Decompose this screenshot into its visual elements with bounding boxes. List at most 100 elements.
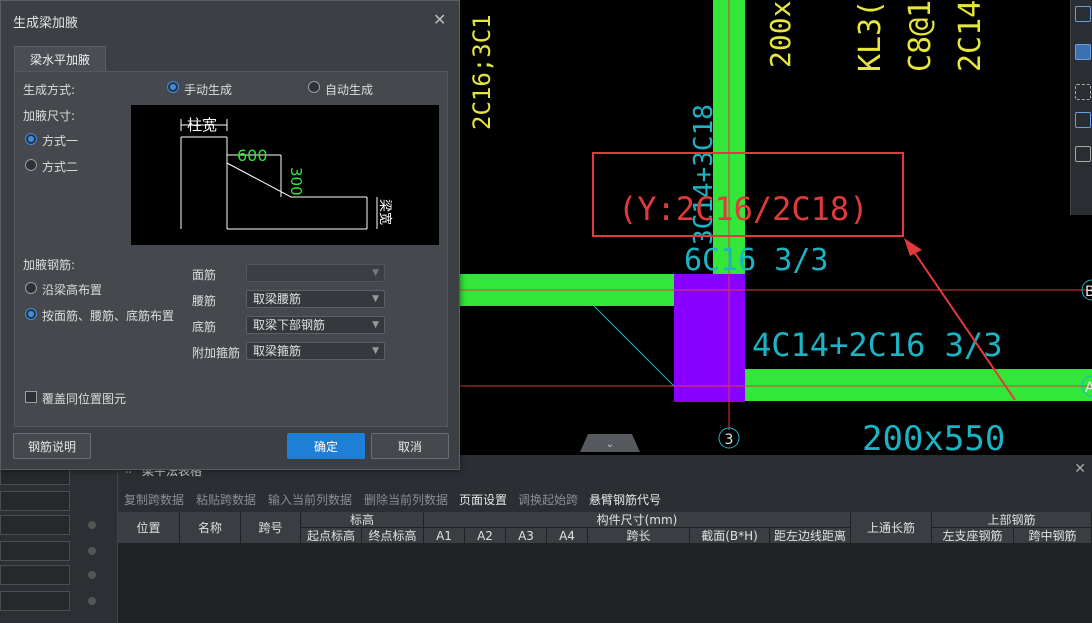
- header-mid-span[interactable]: 跨中钢筋: [1014, 528, 1092, 544]
- bottom-rebar-label: 底筋: [192, 320, 217, 334]
- along-height-label[interactable]: 沿梁高布置: [42, 281, 102, 298]
- header-a2[interactable]: A2: [465, 528, 506, 544]
- tree-row[interactable]: [0, 541, 70, 561]
- rebar-label: 加腋钢筋:: [23, 258, 76, 272]
- header-elev[interactable]: 标高: [301, 512, 424, 528]
- header-a4[interactable]: A4: [547, 528, 588, 544]
- header-name[interactable]: 名称: [180, 512, 241, 544]
- chevron-down-icon: ▼: [372, 294, 379, 304]
- paste-span-data-button[interactable]: 粘贴跨数据: [196, 491, 256, 508]
- tool-list-icon[interactable]: [1075, 146, 1091, 162]
- tree-dot: [88, 597, 96, 605]
- header-elev-start[interactable]: 起点标高: [301, 528, 362, 544]
- tool-select-icon[interactable]: [1075, 84, 1091, 100]
- beam-right[interactable]: [745, 369, 1092, 401]
- tree-row[interactable]: [0, 591, 70, 611]
- header-a1[interactable]: A1: [424, 528, 465, 544]
- chevron-down-icon: ▼: [372, 320, 379, 330]
- by-face-label[interactable]: 按面筋、腰筋、底筋布置: [42, 307, 174, 324]
- cad-text-kl: KL3(: [853, 0, 888, 72]
- cantilever-code-button[interactable]: 悬臂钢筋代号: [589, 491, 661, 508]
- header-top-through[interactable]: 上通长筋: [851, 512, 932, 544]
- swap-start-span-button[interactable]: 调换起始跨: [518, 491, 578, 508]
- waist-rebar-value: 取梁腰筋: [253, 292, 302, 306]
- preview-col-width: 柱宽: [187, 116, 217, 134]
- header-left-support[interactable]: 左支座钢筋: [932, 528, 1014, 544]
- chevron-down-icon[interactable]: ⌄: [606, 439, 614, 450]
- copy-span-data-button[interactable]: 复制跨数据: [124, 491, 184, 508]
- tree-dot: [88, 571, 96, 579]
- tool-rect-icon[interactable]: [1075, 6, 1091, 22]
- close-icon[interactable]: ✕: [1074, 461, 1086, 477]
- header-span-len[interactable]: 跨长: [588, 528, 690, 544]
- page-setup-button[interactable]: 页面设置: [459, 491, 507, 508]
- annotation-text: (Y:2C16/2C18): [618, 190, 868, 228]
- cad-text-4c14: 4C14+2C16 3/3: [752, 326, 1002, 364]
- along-height-radio[interactable]: [25, 282, 37, 294]
- column[interactable]: [674, 274, 745, 402]
- waist-rebar-label: 腰筋: [192, 294, 217, 308]
- waist-rebar-select[interactable]: 取梁腰筋 ▼: [246, 290, 385, 308]
- header-top-rebar[interactable]: 上部钢筋: [932, 512, 1092, 528]
- tree-dot: [88, 521, 96, 529]
- axis-b-label: B: [1085, 284, 1092, 300]
- haunch-preview: 柱宽 600 300 梁宽: [131, 105, 439, 245]
- header-elev-end[interactable]: 终点标高: [362, 528, 424, 544]
- stirrup-value: 取梁箍筋: [253, 344, 302, 358]
- preview-beam-width: 梁宽: [377, 199, 393, 225]
- cad-text-c8: C8@1: [903, 0, 938, 72]
- cad-text-6c16: 6C16 3/3: [684, 243, 829, 278]
- cancel-button[interactable]: 取消: [371, 433, 449, 459]
- overwrite-label[interactable]: 覆盖同位置图元: [42, 390, 126, 407]
- rebar-help-button[interactable]: 钢筋说明: [13, 433, 91, 459]
- header-dims[interactable]: 构件尺寸(mm): [424, 512, 851, 528]
- by-face-radio[interactable]: [25, 308, 37, 320]
- tree-row[interactable]: [0, 515, 70, 535]
- manual-generate-label[interactable]: 手动生成: [184, 81, 232, 98]
- face-rebar-label: 面筋: [192, 268, 217, 282]
- dialog-title-bar[interactable]: 生成梁加腋 ✕: [1, 1, 459, 39]
- tool-strip: [1070, 0, 1092, 215]
- beam-table[interactable]: 位置 名称 跨号 标高 构件尺寸(mm) 上通长筋 上部钢筋 起点标高 终点标高…: [118, 512, 1092, 623]
- input-column-data-button[interactable]: 输入当前列数据: [268, 491, 352, 508]
- axis-3-label: 3: [725, 432, 734, 448]
- header-dist-left[interactable]: 距左边线距离: [770, 528, 851, 544]
- left-tree-panel: [0, 455, 118, 623]
- tree-row[interactable]: [0, 565, 70, 585]
- header-a3[interactable]: A3: [506, 528, 547, 544]
- tool-fill-icon[interactable]: [1075, 44, 1091, 60]
- tab-horizontal-haunch[interactable]: 梁水平加腋: [14, 46, 106, 72]
- header-section[interactable]: 截面(B*H): [690, 528, 770, 544]
- overwrite-checkbox[interactable]: [25, 391, 37, 403]
- stirrup-select[interactable]: 取梁箍筋 ▼: [246, 342, 385, 360]
- cad-text-200x550: 200x550: [862, 419, 1005, 455]
- face-rebar-select[interactable]: ▼: [246, 264, 385, 282]
- auto-generate-radio[interactable]: [308, 81, 320, 93]
- cad-text-2c14: 2C14: [953, 0, 988, 72]
- header-span[interactable]: 跨号: [241, 512, 301, 544]
- chevron-down-icon: ▼: [372, 346, 379, 356]
- haunch-size-label: 加腋尺寸:: [23, 109, 76, 123]
- delete-column-data-button[interactable]: 删除当前列数据: [364, 491, 448, 508]
- auto-generate-label[interactable]: 自动生成: [325, 81, 373, 98]
- generate-mode-label: 生成方式:: [23, 83, 76, 97]
- beam-haunch-dialog: 生成梁加腋 ✕ 梁水平加腋 生成方式: 手动生成 自动生成 加腋尺寸: 方式一 …: [0, 0, 460, 470]
- tool-cube-icon[interactable]: [1075, 112, 1091, 128]
- header-pos[interactable]: 位置: [118, 512, 180, 544]
- method2-label[interactable]: 方式二: [42, 158, 78, 175]
- ok-button[interactable]: 确定: [287, 433, 365, 459]
- tree-row[interactable]: [0, 491, 70, 511]
- method2-radio[interactable]: [25, 159, 37, 171]
- stirrup-label: 附加箍筋: [192, 346, 241, 360]
- manual-generate-radio[interactable]: [167, 81, 179, 93]
- method1-radio[interactable]: [25, 133, 37, 145]
- preview-length: 600: [237, 146, 268, 165]
- method1-label[interactable]: 方式一: [42, 132, 78, 149]
- bottom-rebar-select[interactable]: 取梁下部钢筋 ▼: [246, 316, 385, 334]
- axis-a-label: A: [1085, 380, 1092, 396]
- close-icon[interactable]: ✕: [433, 10, 446, 29]
- cad-text-2c16: 2C16;3C1: [468, 14, 496, 130]
- chevron-down-icon: ▼: [372, 268, 379, 278]
- dialog-title: 生成梁加腋: [13, 16, 79, 31]
- cad-text-200x: 200x: [764, 1, 797, 68]
